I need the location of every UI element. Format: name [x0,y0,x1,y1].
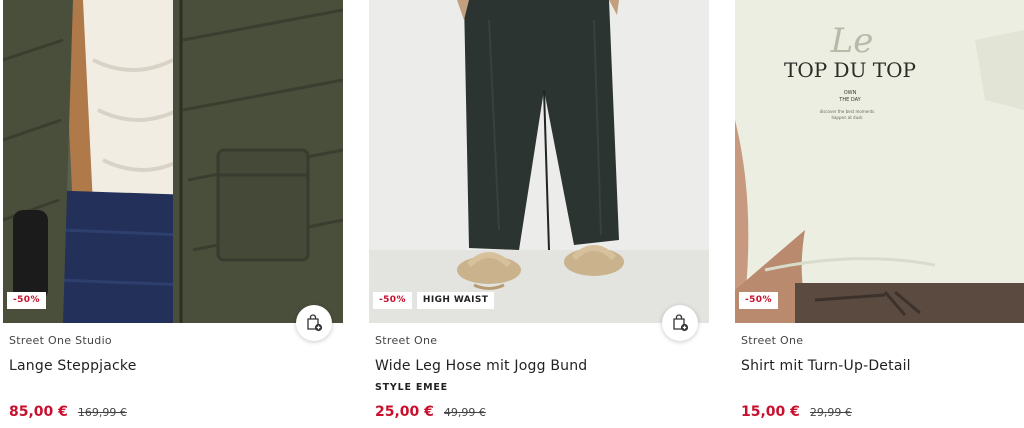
add-to-cart-button[interactable] [296,305,332,341]
current-price: 85,00 € [9,404,68,420]
feature-badge: HIGH WAIST [416,292,495,309]
price-block: 25,00 € 49,99 € [375,404,486,420]
product-card-steppjacke[interactable]: -50% Street One Studio Lange Steppjacke … [3,0,343,428]
current-price: 15,00 € [741,404,800,420]
print-line2: THE DAY [838,97,861,103]
print-script: Le [830,21,874,61]
badge-group: -50% [739,292,778,309]
print-small: discover the best moments [820,109,875,114]
price-block: 15,00 € 29,99 € [741,404,852,420]
badge-group: -50% [7,292,46,309]
product-brand: Street One [741,334,804,347]
badge-group: -50% HIGH WAIST [373,292,495,309]
product-card-wide-leg-hose[interactable]: -50% HIGH WAIST Street One Wide Leg Hose… [369,0,709,428]
product-title[interactable]: Shirt mit Turn-Up-Detail [741,358,911,374]
product-brand: Street One Studio [9,334,112,347]
product-style-name: STYLE EMEE [375,382,448,393]
discount-badge: -50% [739,292,778,309]
product-image-steppjacke[interactable] [3,0,343,323]
jacket-photo [3,0,343,323]
product-title[interactable]: Lange Steppjacke [9,358,137,374]
current-price: 25,00 € [375,404,434,420]
original-price: 29,99 € [809,406,852,419]
product-image-wide-leg-hose[interactable] [369,0,709,323]
discount-badge: -50% [7,292,46,309]
original-price: 49,99 € [443,406,486,419]
print-line1: OWN [844,90,857,96]
discount-badge: -50% [373,292,412,309]
product-card-shirt[interactable]: Le TOP DU TOP OWN THE DAY discover the b… [735,0,1024,428]
original-price: 169,99 € [77,406,127,419]
product-image-shirt[interactable]: Le TOP DU TOP OWN THE DAY discover the b… [735,0,1024,323]
price-block: 85,00 € 169,99 € [9,404,127,420]
shopping-bag-plus-icon [307,314,323,332]
shirt-photo: Le TOP DU TOP OWN THE DAY discover the b… [735,0,1024,323]
print-headline: TOP DU TOP [784,58,916,82]
product-brand: Street One [375,334,438,347]
product-title[interactable]: Wide Leg Hose mit Jogg Bund [375,358,587,374]
print-small2: happen at dusk [831,115,863,120]
add-to-cart-button[interactable] [662,305,698,341]
trousers-photo [369,0,709,323]
shopping-bag-plus-icon [673,314,689,332]
